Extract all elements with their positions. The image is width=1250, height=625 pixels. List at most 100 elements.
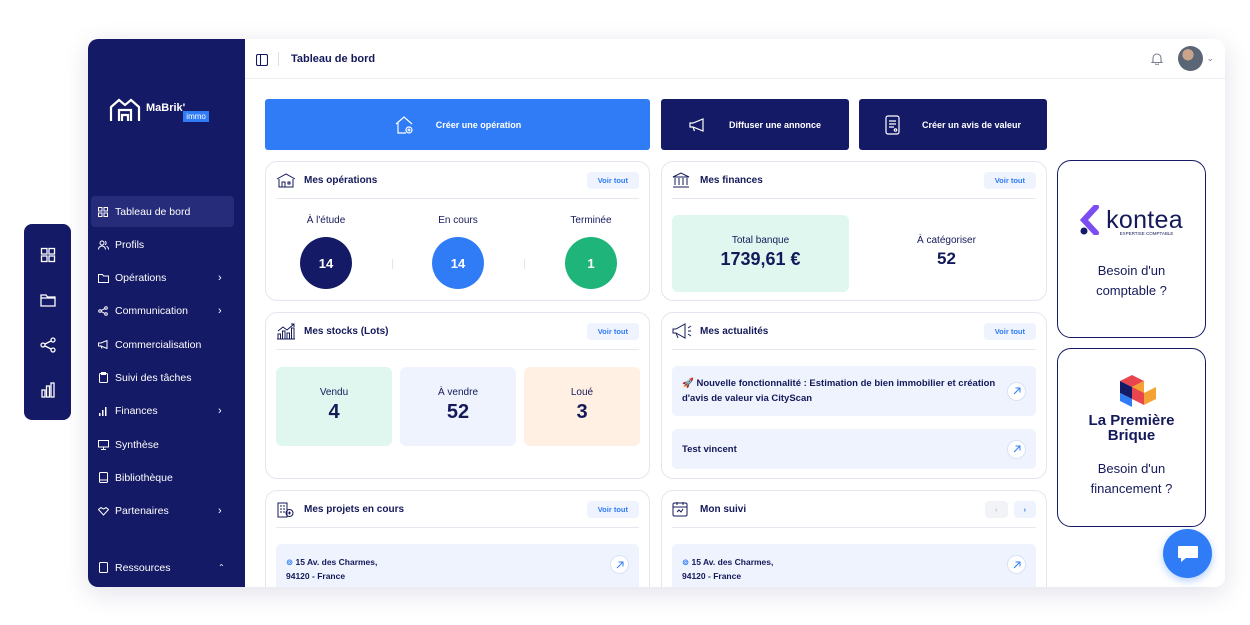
brique-brand: La Première Brique xyxy=(1058,413,1205,443)
premiere-brique-promo-card[interactable]: La Première Brique Besoin d'un financeme… xyxy=(1057,348,1206,527)
open-arrow-icon[interactable] xyxy=(1007,381,1026,401)
sidebar-item-profils[interactable]: Profils xyxy=(91,229,234,260)
bell-icon[interactable] xyxy=(1150,52,1164,70)
open-arrow-icon[interactable] xyxy=(1007,439,1026,459)
sidebar-item-synthese[interactable]: Synthèse xyxy=(91,429,234,460)
card-title: Mes actualités xyxy=(700,325,769,337)
rented-tile[interactable]: Loué 3 xyxy=(524,367,640,446)
grid-icon[interactable] xyxy=(34,241,62,269)
news-item[interactable]: Test vincent xyxy=(672,429,1036,469)
sidebar-item-commercialisation[interactable]: Commercialisation xyxy=(91,329,234,360)
sidebar-toggle-icon[interactable] xyxy=(255,53,269,66)
card-header: Mes actualités Voir tout xyxy=(672,313,1036,350)
sidebar-item-label: Commercialisation xyxy=(115,338,202,351)
see-all-button[interactable]: Voir tout xyxy=(983,171,1036,189)
create-operation-button[interactable]: Créer une opération xyxy=(265,99,650,150)
chat-icon xyxy=(1177,545,1198,562)
topbar: Tableau de bord ⌄ xyxy=(245,39,1225,79)
ops-label: En cours xyxy=(438,215,478,226)
bars-icon xyxy=(97,405,109,417)
see-all-button[interactable]: Voir tout xyxy=(586,500,639,518)
sidebar-item-label: Suivi des tâches xyxy=(115,371,192,384)
users-icon xyxy=(97,239,109,251)
app-window: MaBrik' immo Tableau de bord Profils Opé… xyxy=(88,39,1225,587)
project-item[interactable]: ⊚ 15 Av. des Charmes, 94120 - France xyxy=(276,544,639,587)
grid-icon xyxy=(97,206,109,218)
page-title: Tableau de bord xyxy=(291,52,376,65)
bank-total-value: 1739,61 € xyxy=(720,249,801,269)
post-ad-button[interactable]: Diffuser une annonce xyxy=(661,99,849,150)
sidebar-item-finances[interactable]: Finances › xyxy=(91,396,234,427)
folder-icon[interactable] xyxy=(34,286,62,314)
megaphone-icon xyxy=(672,322,694,340)
megaphone-icon xyxy=(97,339,109,351)
building-icon xyxy=(276,171,298,189)
prev-button[interactable]: ‹ xyxy=(985,500,1008,518)
kontea-logo-icon xyxy=(1080,205,1100,235)
news-card: Mes actualités Voir tout 🚀 Nouvelle fonc… xyxy=(661,312,1047,479)
sidebar-item-ressources[interactable]: Ressources ⌃ xyxy=(91,552,234,583)
share-icon[interactable] xyxy=(34,331,62,359)
sidebar-item-label: Partenaires xyxy=(115,505,169,518)
promo-line1: Besoin d'un xyxy=(1097,263,1166,278)
logo[interactable]: MaBrik' immo xyxy=(108,97,209,123)
next-button[interactable]: › xyxy=(1013,500,1036,518)
tracking-item[interactable]: ⊚ 15 Av. des Charmes, 94120 - France xyxy=(672,544,1036,587)
ops-study-count[interactable]: 14 xyxy=(300,237,352,289)
see-all-button[interactable]: Voir tout xyxy=(586,322,639,340)
handshake-icon xyxy=(97,505,109,517)
sold-tile[interactable]: Vendu 4 xyxy=(276,367,392,446)
card-title: Mes projets en cours xyxy=(304,503,405,515)
card-header: Mes projets en cours Voir tout xyxy=(276,491,639,528)
kontea-promo-card[interactable]: kontea EXPERTISE COMPTABLE Besoin d'un c… xyxy=(1057,160,1206,338)
sidebar-item-partenaires[interactable]: Partenaires › xyxy=(91,496,234,527)
projects-card: Mes projets en cours Voir tout ⊚ 15 Av. … xyxy=(265,490,650,587)
create-valuation-label: Créer un avis de valeur xyxy=(921,119,1022,130)
sidebar-item-label: Finances xyxy=(115,405,158,418)
see-all-button[interactable]: Voir tout xyxy=(983,322,1036,340)
sidebar-item-tableau-de-bord[interactable]: Tableau de bord xyxy=(91,196,234,227)
chevron-right-icon: › xyxy=(218,505,222,518)
project-address: ⊚ 15 Av. des Charmes, 94120 - France xyxy=(286,555,610,583)
ops-done-count[interactable]: 1 xyxy=(565,237,617,289)
bank-total-label: Total banque xyxy=(731,235,790,246)
divider xyxy=(392,259,393,269)
to-categorize-tile[interactable]: À catégoriser 52 xyxy=(858,215,1035,292)
bank-total-tile[interactable]: Total banque 1739,61 € xyxy=(672,215,849,292)
sidebar-item-operations[interactable]: Opérations › xyxy=(91,263,234,294)
create-valuation-button[interactable]: Créer un avis de valeur xyxy=(859,99,1047,150)
address-line2: 94120 - France xyxy=(682,571,742,581)
avatar[interactable] xyxy=(1178,46,1203,71)
brique-logo-icon xyxy=(1058,373,1205,409)
ops-study: À l'étude 14 xyxy=(266,215,386,289)
folder-icon xyxy=(97,272,109,284)
sidebar-item-communication[interactable]: Communication › xyxy=(91,296,234,327)
sold-label: Vendu xyxy=(319,387,349,398)
news-item-text: 🚀 Nouvelle fonctionnalité : Estimation d… xyxy=(682,378,996,404)
logo-badge: immo xyxy=(183,110,209,122)
rented-label: Loué xyxy=(570,387,594,398)
sidebar-nav: Tableau de bord Profils Opérations › Com… xyxy=(91,196,234,529)
chat-button[interactable] xyxy=(1163,529,1212,578)
ops-ongoing-count[interactable]: 14 xyxy=(432,237,484,289)
chevron-down-icon[interactable]: ⌄ xyxy=(1206,53,1214,64)
for-sale-tile[interactable]: À vendre 52 xyxy=(400,367,516,446)
sidebar-item-label: Tableau de bord xyxy=(115,205,191,218)
see-all-button[interactable]: Voir tout xyxy=(586,171,639,189)
monitor-icon xyxy=(97,439,109,451)
sidebar-item-label: Opérations xyxy=(115,272,167,285)
sidebar-item-label: Bibliothèque xyxy=(115,471,173,484)
news-item[interactable]: 🚀 Nouvelle fonctionnalité : Estimation d… xyxy=(672,366,1036,416)
sold-value: 4 xyxy=(328,401,340,423)
sidebar-item-suivi-des-taches[interactable]: Suivi des tâches xyxy=(91,362,234,393)
open-arrow-icon[interactable] xyxy=(610,555,629,574)
operations-card: Mes opérations Voir tout À l'étude 14 En… xyxy=(265,161,650,301)
card-title: Mes stocks (Lots) xyxy=(304,325,389,337)
finances-card: Mes finances Voir tout Total banque 1739… xyxy=(661,161,1047,301)
open-arrow-icon[interactable] xyxy=(1007,555,1026,574)
chart-icon[interactable] xyxy=(34,376,62,404)
sidebar-item-bibliotheque[interactable]: Bibliothèque xyxy=(91,462,234,493)
logo-text: MaBrik' xyxy=(146,102,186,114)
building-icon xyxy=(276,500,298,518)
floating-icon-rail xyxy=(24,224,71,420)
